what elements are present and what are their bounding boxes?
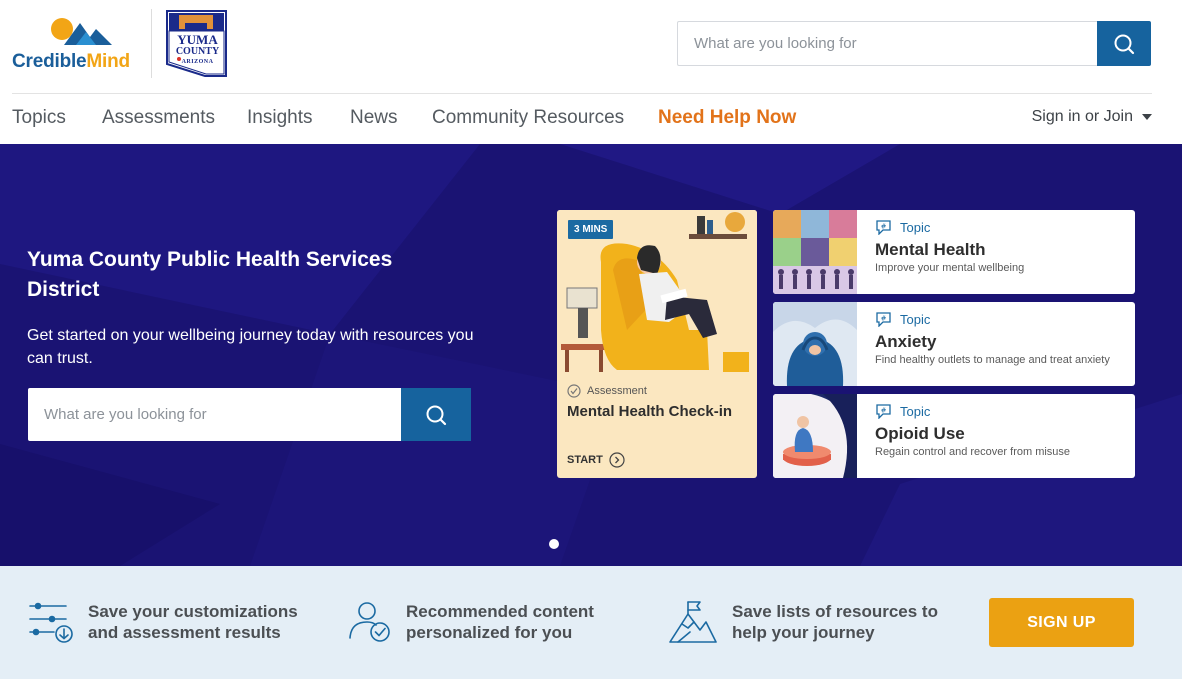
hero-search bbox=[28, 388, 471, 441]
svg-text:#: # bbox=[881, 407, 887, 415]
crediblemind-wordmark: CredibleMind bbox=[12, 51, 130, 73]
topic-type: # Topic bbox=[875, 220, 930, 235]
check-circle-icon bbox=[567, 384, 581, 398]
crediblemind-logo[interactable]: CredibleMind bbox=[12, 17, 144, 73]
opioid-use-image bbox=[773, 394, 857, 478]
assessment-type-label: Assessment bbox=[587, 385, 647, 397]
signin-dropdown[interactable]: Sign in or Join bbox=[1032, 108, 1152, 126]
topic-type-label: Topic bbox=[900, 220, 931, 235]
hero-title: Yuma County Public Health Services Distr… bbox=[27, 248, 393, 301]
topic-title: Mental Health bbox=[875, 240, 986, 259]
assessment-card[interactable]: 3 MINS Assessment Mental Health Check-in… bbox=[557, 210, 757, 478]
benefit-save-lists: Save lists of resources to help your jou… bbox=[668, 600, 938, 644]
county-logo-line1: YUMA bbox=[177, 32, 218, 47]
benefit-text: Save your customizations and assessment … bbox=[88, 601, 298, 643]
benefits-bar: Save your customizations and assessment … bbox=[0, 566, 1182, 679]
yuma-county-logo[interactable]: YUMA COUNTY ARIZONA bbox=[165, 9, 228, 78]
topic-chat-icon: # bbox=[876, 312, 891, 327]
topic-title: Anxiety bbox=[875, 332, 937, 351]
crediblemind-logo-mark bbox=[51, 18, 112, 45]
benefit-line2: and assessment results bbox=[88, 623, 281, 642]
topic-type: # Topic bbox=[875, 404, 930, 419]
topic-type: # Topic bbox=[875, 312, 930, 327]
county-logo-line3: ARIZONA bbox=[181, 59, 214, 65]
site-header: CredibleMind YUMA COUNTY ARIZONA bbox=[0, 0, 1182, 94]
header-search-input[interactable] bbox=[677, 21, 1097, 66]
nav-need-help-now[interactable]: Need Help Now bbox=[658, 107, 796, 129]
topic-card-anxiety[interactable]: # Topic Anxiety Find healthy outlets to … bbox=[773, 302, 1135, 386]
svg-text:#: # bbox=[881, 315, 887, 323]
brand-name-part1: Credible bbox=[12, 51, 87, 72]
nav-assessments[interactable]: Assessments bbox=[102, 107, 215, 129]
benefit-line1: Recommended content bbox=[406, 602, 594, 621]
benefit-line2: help your journey bbox=[732, 623, 875, 642]
caret-down-icon bbox=[1142, 114, 1152, 120]
topic-chat-icon: # bbox=[876, 220, 891, 235]
county-logo-line2: COUNTY bbox=[175, 46, 220, 57]
topic-description: Find healthy outlets to manage and treat… bbox=[875, 354, 1110, 366]
nav-topics[interactable]: Topics bbox=[12, 107, 66, 129]
chevron-right-circle-icon bbox=[609, 452, 625, 468]
benefit-recommended: Recommended content personalized for you bbox=[347, 600, 594, 644]
nav-insights[interactable]: Insights bbox=[247, 107, 312, 129]
mountain-flag-icon bbox=[669, 601, 717, 643]
mental-health-image bbox=[773, 210, 857, 294]
search-icon bbox=[1114, 34, 1135, 54]
benefit-text: Save lists of resources to help your jou… bbox=[732, 601, 938, 643]
benefit-text: Recommended content personalized for you bbox=[406, 601, 594, 643]
user-check-icon bbox=[349, 602, 390, 642]
header-search bbox=[677, 21, 1151, 66]
svg-text:#: # bbox=[881, 223, 887, 231]
topic-title: Opioid Use bbox=[875, 424, 965, 443]
nav-news[interactable]: News bbox=[350, 107, 398, 129]
hero-banner: Yuma County Public Health Services Distr… bbox=[0, 144, 1182, 566]
nav-community-resources[interactable]: Community Resources bbox=[432, 107, 624, 129]
assessment-start-link[interactable]: START bbox=[567, 452, 625, 468]
topic-type-label: Topic bbox=[900, 312, 931, 327]
hero-search-button[interactable] bbox=[401, 388, 471, 441]
topic-type-label: Topic bbox=[900, 404, 931, 419]
topic-card-opioid-use[interactable]: # Topic Opioid Use Regain control and re… bbox=[773, 394, 1135, 478]
benefit-line2: personalized for you bbox=[406, 623, 573, 642]
hero-subtitle: Get started on your wellbeing journey to… bbox=[27, 327, 474, 367]
carousel-dot-active[interactable] bbox=[549, 539, 559, 549]
search-icon bbox=[426, 405, 447, 425]
topic-card-mental-health[interactable]: # Topic Mental Health Improve your menta… bbox=[773, 210, 1135, 294]
signup-button[interactable]: SIGN UP bbox=[989, 598, 1134, 647]
assessment-start-label: START bbox=[567, 454, 603, 466]
benefit-line1: Save lists of resources to bbox=[732, 602, 938, 621]
topic-description: Improve your mental wellbeing bbox=[875, 262, 1025, 274]
benefit-line1: Save your customizations bbox=[88, 602, 298, 621]
sliders-icon bbox=[29, 602, 73, 643]
brand-name-part2: Mind bbox=[86, 51, 130, 72]
assessment-title: Mental Health Check-in bbox=[567, 403, 733, 420]
duration-badge: 3 MINS bbox=[568, 220, 614, 239]
logo-divider bbox=[151, 9, 152, 78]
topic-description: Regain control and recover from misuse bbox=[875, 446, 1071, 458]
page: CredibleMind YUMA COUNTY ARIZONA What ar… bbox=[0, 0, 1182, 679]
topic-chat-icon: # bbox=[876, 404, 891, 419]
main-nav: Topics Assessments Insights News Communi… bbox=[12, 93, 1152, 144]
hero-search-input[interactable] bbox=[28, 388, 401, 441]
county-logo-text: YUMA COUNTY ARIZONA bbox=[169, 33, 226, 65]
anxiety-image bbox=[773, 302, 857, 386]
benefit-customizations: Save your customizations and assessment … bbox=[28, 600, 298, 644]
signin-label: Sign in or Join bbox=[1031, 108, 1133, 125]
assessment-type: Assessment bbox=[567, 384, 647, 398]
header-search-button[interactable] bbox=[1097, 21, 1151, 66]
